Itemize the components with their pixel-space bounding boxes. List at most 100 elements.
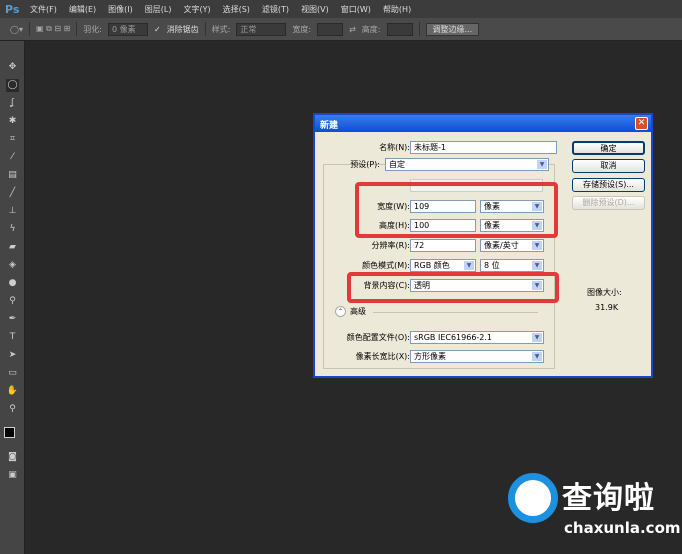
dialog-titlebar: 新建 [315,115,651,132]
preset-label: 预设(P): [350,160,380,169]
screen-mode-icon[interactable]: ▣ [6,469,19,482]
watermark-url: chaxunla.com [564,519,681,537]
divider [418,22,420,36]
eyedropper-icon[interactable]: ⁄ [6,151,19,164]
stamp-icon[interactable]: ⊥ [6,205,19,218]
check-icon[interactable]: ✓ [154,25,161,34]
menu-type[interactable]: 文字(Y) [183,4,210,15]
hand-tool-icon[interactable]: ✋ [6,385,19,398]
chevron-down-icon: ▼ [532,241,542,250]
blur-icon[interactable]: ● [6,277,19,290]
marquee-tool-icon[interactable]: ◯ [6,79,19,92]
dodge-icon[interactable]: ⚲ [6,295,19,308]
quick-mask-icon[interactable]: ◙ [6,451,19,464]
watermark: 查询啦 chaxunla.com [500,465,682,554]
new-document-dialog: 新建 ✕ 名称(N): 未标题-1 预设(P): 自定 ▼ 宽度(W): 109 … [313,113,653,378]
chevron-down-icon: ▼ [464,261,474,270]
chevron-down-icon: ▼ [532,261,542,270]
preset-select[interactable]: 自定 ▼ [385,158,549,171]
image-size-label: 图像大小: [587,288,622,297]
color-mode-label: 颜色模式(M): [362,261,410,270]
crop-tool-icon[interactable]: ⌗ [6,133,19,146]
resolution-unit-value: 像素/英寸 [484,241,519,250]
pixel-aspect-label: 像素长宽比(X): [355,352,410,361]
pixel-aspect-value: 方形像素 [414,352,446,361]
menu-file[interactable]: 文件(F) [30,4,57,15]
advanced-toggle-icon[interactable]: ⌃ [335,306,346,317]
highlight-box-background [347,272,559,303]
color-profile-value: sRGB IEC61966-2.1 [414,333,493,342]
ok-button[interactable]: 确定 [572,141,645,155]
chevron-down-icon: ▼ [537,160,547,169]
antialias-checkbox[interactable]: 消除锯齿 [167,24,199,35]
divider [28,22,30,36]
menu-window[interactable]: 窗口(W) [341,4,371,15]
chevron-down-icon: ▼ [532,352,542,361]
watermark-brand: 查询啦 [562,481,655,516]
selection-mode-icons[interactable]: ▣ ⧉ ⊟ ⊞ [36,24,70,34]
name-input[interactable]: 未标题-1 [410,141,557,154]
eraser-icon[interactable]: ▰ [6,241,19,254]
lasso-tool-icon[interactable]: ʆ [6,97,19,110]
color-profile-select[interactable]: sRGB IEC61966-2.1 ▼ [410,331,544,344]
resolution-unit-select[interactable]: 像素/英寸 ▼ [480,239,544,252]
foreground-color[interactable] [4,427,15,438]
shape-tool-icon[interactable]: ▭ [6,367,19,380]
cancel-button[interactable]: 取消 [572,159,645,173]
menu-help[interactable]: 帮助(H) [383,4,411,15]
resolution-input[interactable]: 72 [410,239,476,252]
feather-input[interactable]: 0 像素 [107,22,148,36]
pixel-aspect-select[interactable]: 方形像素 ▼ [410,350,544,363]
width-label: 宽度: [292,24,312,34]
save-preset-button[interactable]: 存储预设(S)... [572,178,645,192]
style-label: 样式: [211,24,231,34]
ellipse-marquee-icon[interactable]: ◯▾ [10,25,23,34]
history-brush-icon[interactable]: ϟ [6,223,19,236]
style-select[interactable]: 正常 [236,22,287,36]
refine-edge-button[interactable]: 调整边缘... [425,22,480,36]
bit-depth-select[interactable]: 8 位 ▼ [480,259,544,272]
magic-wand-icon[interactable]: ✱ [6,115,19,128]
close-icon[interactable]: ✕ [635,117,648,130]
height-label: 高度: [361,24,381,34]
divider [373,312,538,313]
menu-view[interactable]: 视图(V) [301,4,329,15]
watermark-logo-icon [508,473,558,523]
width-input[interactable] [317,22,344,36]
healing-icon[interactable]: ▤ [6,169,19,182]
divider [76,22,78,36]
advanced-label[interactable]: 高级 [350,306,366,317]
chevron-down-icon: ▼ [532,333,542,342]
height-input[interactable] [386,22,413,36]
path-select-icon[interactable]: ➤ [6,349,19,362]
highlight-box-size [355,182,558,238]
move-tool-icon[interactable]: ✥ [6,61,19,74]
resolution-label: 分辨率(R): [371,241,411,250]
image-size-value: 31.9K [595,303,619,312]
name-label: 名称(N): [379,143,410,152]
color-mode-select[interactable]: RGB 颜色 ▼ [410,259,476,272]
color-mode-value: RGB 颜色 [414,261,450,270]
color-profile-label: 颜色配置文件(O): [346,333,410,342]
menu-edit[interactable]: 编辑(E) [69,4,96,15]
tools-panel: ✥ ◯ ʆ ✱ ⌗ ⁄ ▤ ╱ ⊥ ϟ ▰ ◈ ● ⚲ ✒ T ➤ ▭ ✋ ⚲ … [0,41,25,554]
menu-filter[interactable]: 滤镜(T) [262,4,289,15]
feather-label: 羽化: [83,24,102,34]
zoom-tool-icon[interactable]: ⚲ [6,403,19,416]
swap-icon[interactable]: ⇄ [349,25,356,34]
divider [204,22,206,36]
paint-bucket-icon[interactable]: ◈ [6,259,19,272]
menu-layer[interactable]: 图层(L) [145,4,172,15]
pen-icon[interactable]: ✒ [6,313,19,326]
type-tool-icon[interactable]: T [6,331,19,344]
delete-preset-button: 删除预设(D)... [572,196,645,210]
brush-icon[interactable]: ╱ [6,187,19,200]
ps-logo: Ps [5,2,20,16]
dialog-title: 新建 [320,121,339,131]
menu-bar: Ps 文件(F) 编辑(E) 图像(I) 图层(L) 文字(Y) 选择(S) 滤… [0,0,682,18]
options-bar: ◯▾ ▣ ⧉ ⊟ ⊞ 羽化: 0 像素 ✓ 消除锯齿 样式: 正常 宽度: ⇄ … [0,18,682,41]
menu-select[interactable]: 选择(S) [223,4,250,15]
menu-image[interactable]: 图像(I) [108,4,133,15]
bit-depth-value: 8 位 [484,261,500,270]
preset-value: 自定 [389,160,405,169]
